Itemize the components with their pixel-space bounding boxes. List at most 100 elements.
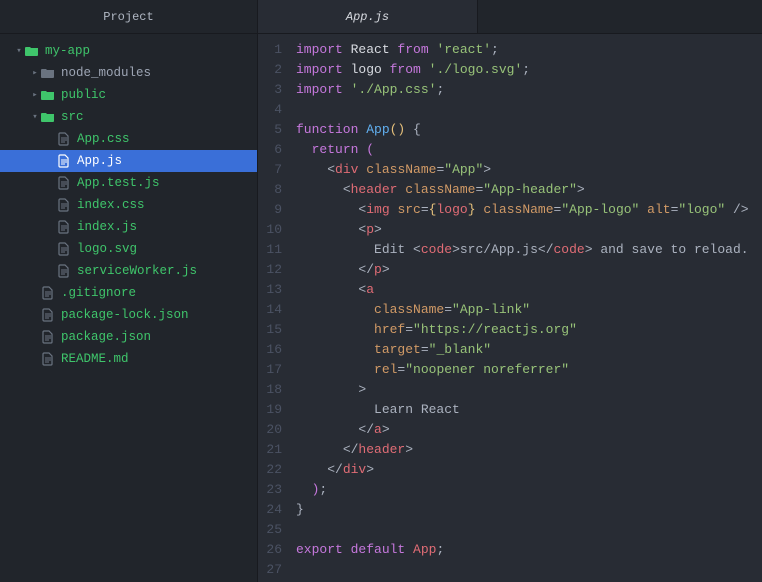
code-line[interactable]: return (: [296, 140, 762, 160]
line-number: 15: [258, 320, 282, 340]
code-line[interactable]: <div className="App">: [296, 160, 762, 180]
code-line[interactable]: [296, 520, 762, 540]
file-icon: [56, 132, 72, 146]
code-line[interactable]: >: [296, 380, 762, 400]
line-number: 2: [258, 60, 282, 80]
line-number: 12: [258, 260, 282, 280]
tree-item-label: index.css: [77, 198, 145, 212]
code-line[interactable]: [296, 100, 762, 120]
tree-item-label: logo.svg: [77, 242, 137, 256]
line-number: 6: [258, 140, 282, 160]
file-icon: [56, 176, 72, 190]
tree-item-label: package-lock.json: [61, 308, 189, 322]
file-icon: [40, 286, 56, 300]
chevron-right-icon[interactable]: ▸: [30, 68, 40, 78]
folder-icon: [40, 67, 56, 79]
code-line[interactable]: <img src={logo} className="App-logo" alt…: [296, 200, 762, 220]
code-line[interactable]: </header>: [296, 440, 762, 460]
file-icon: [56, 198, 72, 212]
line-number: 1: [258, 40, 282, 60]
code-line[interactable]: }: [296, 500, 762, 520]
line-number: 7: [258, 160, 282, 180]
chevron-down-icon[interactable]: ▾: [30, 112, 40, 122]
code-line[interactable]: <header className="App-header">: [296, 180, 762, 200]
line-number: 20: [258, 420, 282, 440]
code-area[interactable]: 1234567891011121314151617181920212223242…: [258, 34, 762, 582]
code-line[interactable]: <p>: [296, 220, 762, 240]
code-line[interactable]: href="https://reactjs.org": [296, 320, 762, 340]
tree-item-my-app[interactable]: ▾ my-app: [0, 40, 257, 62]
code-line[interactable]: import React from 'react';: [296, 40, 762, 60]
line-number: 23: [258, 480, 282, 500]
code-line[interactable]: </div>: [296, 460, 762, 480]
code-line[interactable]: rel="noopener noreferrer": [296, 360, 762, 380]
chevron-right-icon[interactable]: ▸: [30, 90, 40, 100]
line-number: 10: [258, 220, 282, 240]
code-line[interactable]: </a>: [296, 420, 762, 440]
tree-item-logo-svg[interactable]: logo.svg: [0, 238, 257, 260]
code-line[interactable]: <a: [296, 280, 762, 300]
tree-item-package-lock-json[interactable]: package-lock.json: [0, 304, 257, 326]
line-number: 19: [258, 400, 282, 420]
line-gutter: 1234567891011121314151617181920212223242…: [258, 40, 292, 582]
file-icon: [40, 308, 56, 322]
file-icon: [56, 264, 72, 278]
code-line[interactable]: </p>: [296, 260, 762, 280]
tree-item-label: my-app: [45, 44, 90, 58]
code-line[interactable]: Edit <code>src/App.js</code> and save to…: [296, 240, 762, 260]
line-number: 5: [258, 120, 282, 140]
line-number: 11: [258, 240, 282, 260]
tree-item-app-test-js[interactable]: App.test.js: [0, 172, 257, 194]
editor-tabs: App.js: [258, 0, 762, 34]
line-number: 14: [258, 300, 282, 320]
tree-item-label: README.md: [61, 352, 129, 366]
code-line[interactable]: export default App;: [296, 540, 762, 560]
tree-item-label: index.js: [77, 220, 137, 234]
code-line[interactable]: Learn React: [296, 400, 762, 420]
tree-item-label: App.test.js: [77, 176, 160, 190]
line-number: 9: [258, 200, 282, 220]
code-line[interactable]: [296, 560, 762, 580]
file-icon: [40, 352, 56, 366]
project-sidebar: Project ▾ my-app▸ node_modules▸ public▾ …: [0, 0, 258, 582]
tree-item-serviceworker-js[interactable]: serviceWorker.js: [0, 260, 257, 282]
tree-item-index-js[interactable]: index.js: [0, 216, 257, 238]
tab-app-js[interactable]: App.js: [258, 0, 478, 33]
line-number: 22: [258, 460, 282, 480]
code-line[interactable]: className="App-link": [296, 300, 762, 320]
line-number: 4: [258, 100, 282, 120]
line-number: 27: [258, 560, 282, 580]
tree-item--gitignore[interactable]: .gitignore: [0, 282, 257, 304]
line-number: 18: [258, 380, 282, 400]
code-line[interactable]: function App() {: [296, 120, 762, 140]
tree-item-public[interactable]: ▸ public: [0, 84, 257, 106]
line-number: 16: [258, 340, 282, 360]
tree-item-app-js[interactable]: App.js: [0, 150, 257, 172]
line-number: 3: [258, 80, 282, 100]
file-icon: [40, 330, 56, 344]
tree-item-readme-md[interactable]: README.md: [0, 348, 257, 370]
line-number: 21: [258, 440, 282, 460]
tree-item-label: node_modules: [61, 66, 151, 80]
tree-item-label: serviceWorker.js: [77, 264, 197, 278]
tree-item-label: public: [61, 88, 106, 102]
tree-item-index-css[interactable]: index.css: [0, 194, 257, 216]
line-number: 26: [258, 540, 282, 560]
line-number: 8: [258, 180, 282, 200]
code-line[interactable]: target="_blank": [296, 340, 762, 360]
tree-item-src[interactable]: ▾ src: [0, 106, 257, 128]
code-line[interactable]: import logo from './logo.svg';: [296, 60, 762, 80]
tree-item-package-json[interactable]: package.json: [0, 326, 257, 348]
code-line[interactable]: import './App.css';: [296, 80, 762, 100]
chevron-down-icon[interactable]: ▾: [14, 46, 24, 56]
tree-item-node_modules[interactable]: ▸ node_modules: [0, 62, 257, 84]
tree-item-label: src: [61, 110, 84, 124]
tree-item-app-css[interactable]: App.css: [0, 128, 257, 150]
folder-open-icon: [40, 89, 56, 101]
line-number: 25: [258, 520, 282, 540]
tree-item-label: App.css: [77, 132, 130, 146]
code-content[interactable]: import React from 'react';import logo fr…: [292, 40, 762, 582]
file-icon: [56, 242, 72, 256]
tree-item-label: .gitignore: [61, 286, 136, 300]
code-line[interactable]: );: [296, 480, 762, 500]
